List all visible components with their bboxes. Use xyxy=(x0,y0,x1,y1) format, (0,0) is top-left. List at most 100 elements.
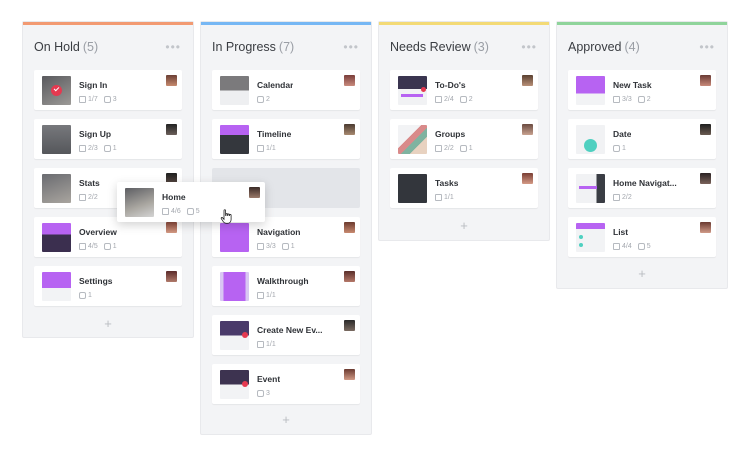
card-meta: 4/5 1 xyxy=(79,243,117,250)
card-title: Calendar xyxy=(257,80,294,90)
card-meta: 3 xyxy=(257,390,270,397)
column-title: In Progress (7) xyxy=(212,40,295,54)
comment-count: 1 xyxy=(112,145,117,152)
task-card-settings[interactable]: Settings 1 xyxy=(34,266,182,306)
column-menu-icon[interactable]: ••• xyxy=(521,40,537,54)
task-card-groups[interactable]: Groups 2/2 1 xyxy=(390,119,538,159)
card-thumbnail xyxy=(220,223,249,252)
task-card-sign-in[interactable]: Sign In 1/7 3 xyxy=(34,70,182,110)
card-thumbnail xyxy=(220,272,249,301)
comment-icon xyxy=(103,243,111,250)
assignee-avatar[interactable] xyxy=(166,124,177,135)
assignee-avatar[interactable] xyxy=(344,369,355,380)
assignee-avatar[interactable] xyxy=(249,187,260,198)
column-menu-icon[interactable]: ••• xyxy=(165,40,181,54)
checklist-count: 1/7 xyxy=(88,96,98,103)
comment-icon xyxy=(637,96,645,103)
card-title: Walkthrough xyxy=(257,276,309,286)
task-card-home-dragging[interactable]: Home 4/6 5 xyxy=(117,182,265,222)
task-card-sign-up[interactable]: Sign Up 2/3 1 xyxy=(34,119,182,159)
assignee-avatar[interactable] xyxy=(522,124,533,135)
assignee-avatar[interactable] xyxy=(166,75,177,86)
card-title: Home Navigat... xyxy=(613,178,677,188)
task-card-walkthrough[interactable]: Walkthrough 1/1 xyxy=(212,266,360,306)
comment-count: 1 xyxy=(112,243,117,250)
checklist-count: 4/6 xyxy=(171,208,181,215)
add-card-button[interactable]: + xyxy=(23,316,193,331)
task-card-list[interactable]: List 4/4 5 xyxy=(568,217,716,257)
column-approved: Approved (4) ••• New Task 3/3 2 Date 1 Ho… xyxy=(556,21,728,289)
assignee-avatar[interactable] xyxy=(700,222,711,233)
checklist-count: 2/4 xyxy=(444,96,454,103)
comment-icon xyxy=(103,145,111,152)
card-thumbnail xyxy=(125,188,154,217)
assignee-avatar[interactable] xyxy=(166,271,177,282)
card-title: Overview xyxy=(79,227,117,237)
task-card-calendar[interactable]: Calendar 2 xyxy=(212,70,360,110)
card-thumbnail xyxy=(42,223,71,252)
card-meta: 4/4 5 xyxy=(613,243,651,250)
assignee-avatar[interactable] xyxy=(344,75,355,86)
task-card-home-navigation[interactable]: Home Navigat... 2/2 xyxy=(568,168,716,208)
comment-icon xyxy=(103,96,111,103)
column-title: Needs Review (3) xyxy=(390,40,489,54)
task-card-todos[interactable]: To-Do's 2/4 2 xyxy=(390,70,538,110)
checklist-count: 2/2 xyxy=(88,194,98,201)
assignee-avatar[interactable] xyxy=(522,75,533,86)
card-thumbnail xyxy=(398,174,427,203)
add-card-button[interactable]: + xyxy=(557,266,727,281)
checklist-count: 1/1 xyxy=(266,292,276,299)
comment-icon xyxy=(613,145,620,152)
comment-count: 1 xyxy=(468,145,473,152)
checklist-icon xyxy=(435,194,442,201)
assignee-avatar[interactable] xyxy=(700,124,711,135)
column-title: Approved (4) xyxy=(568,40,640,54)
comment-count: 2 xyxy=(266,96,270,103)
card-title: Event xyxy=(257,374,281,384)
card-title: Settings xyxy=(79,276,113,286)
checklist-count: 3/3 xyxy=(266,243,276,250)
task-card-date[interactable]: Date 1 xyxy=(568,119,716,159)
checklist-icon xyxy=(79,96,86,103)
assignee-avatar[interactable] xyxy=(166,222,177,233)
card-meta: 2/4 2 xyxy=(435,96,473,103)
column-header: Needs Review (3) ••• xyxy=(379,25,549,69)
column-menu-icon[interactable]: ••• xyxy=(699,40,715,54)
add-card-button[interactable]: + xyxy=(201,412,371,427)
task-card-navigation[interactable]: Navigation 3/3 1 xyxy=(212,217,360,257)
column-header: In Progress (7) ••• xyxy=(201,25,371,69)
assignee-avatar[interactable] xyxy=(700,75,711,86)
comment-icon xyxy=(637,243,645,250)
assignee-avatar[interactable] xyxy=(344,320,355,331)
assignee-avatar[interactable] xyxy=(344,271,355,282)
assignee-avatar[interactable] xyxy=(344,124,355,135)
comment-icon xyxy=(459,145,467,152)
task-card-timeline[interactable]: Timeline 1/1 xyxy=(212,119,360,159)
card-thumbnail xyxy=(220,125,249,154)
card-title: Stats xyxy=(79,178,100,188)
task-card-tasks[interactable]: Tasks 1/1 xyxy=(390,168,538,208)
task-card-create-new-event[interactable]: Create New Ev... 1/1 xyxy=(212,315,360,355)
comment-icon xyxy=(257,390,264,397)
checklist-count: 1/1 xyxy=(266,341,276,348)
card-meta: 1/7 3 xyxy=(79,96,117,103)
checklist-icon xyxy=(79,194,86,201)
task-card-overview[interactable]: Overview 4/5 1 xyxy=(34,217,182,257)
comment-count: 1 xyxy=(88,292,92,299)
checklist-count: 4/5 xyxy=(88,243,98,250)
checklist-icon xyxy=(435,145,442,152)
card-meta: 2 xyxy=(257,96,270,103)
checklist-icon xyxy=(613,194,620,201)
card-meta: 4/6 5 xyxy=(162,208,200,215)
assignee-avatar[interactable] xyxy=(522,173,533,184)
card-title: New Task xyxy=(613,80,652,90)
task-card-event[interactable]: Event 3 xyxy=(212,364,360,404)
add-card-button[interactable]: + xyxy=(379,218,549,233)
assignee-avatar[interactable] xyxy=(344,222,355,233)
task-card-new-task[interactable]: New Task 3/3 2 xyxy=(568,70,716,110)
card-meta: 2/2 1 xyxy=(435,145,473,152)
column-header: Approved (4) ••• xyxy=(557,25,727,69)
column-menu-icon[interactable]: ••• xyxy=(343,40,359,54)
card-thumbnail xyxy=(576,223,605,252)
assignee-avatar[interactable] xyxy=(700,173,711,184)
